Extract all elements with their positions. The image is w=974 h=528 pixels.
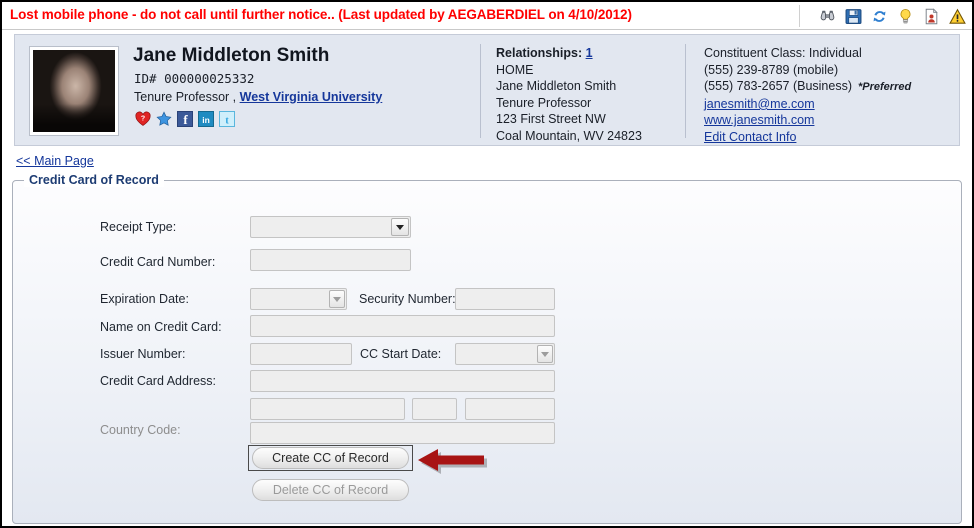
credit-card-address-input[interactable]	[250, 370, 555, 392]
constituent-id: ID# 000000025332	[134, 71, 255, 86]
relationship-line: Coal Mountain, WV 24823	[496, 128, 642, 143]
document-person-icon[interactable]	[923, 7, 940, 25]
security-number-label: Security Number:	[359, 292, 456, 306]
website-link[interactable]: www.janesmith.com	[704, 113, 814, 127]
warning-icon[interactable]	[949, 8, 966, 25]
constituent-title-row: Tenure Professor , West Virginia Univers…	[134, 90, 382, 104]
panel-legend: Credit Card of Record	[24, 173, 164, 187]
preferred-marker: *Preferred	[858, 81, 912, 94]
receipt-type-label: Receipt Type:	[100, 220, 177, 234]
address-zip-input[interactable]	[465, 398, 555, 420]
relationships-label: Relationships:	[496, 46, 583, 60]
cc-start-date-label: CC Start Date:	[360, 347, 442, 361]
expiration-date-select[interactable]	[250, 288, 347, 310]
relationship-line: Jane Middleton Smith	[496, 79, 617, 94]
svg-text:?: ?	[141, 116, 145, 123]
receipt-type-select[interactable]	[250, 216, 411, 238]
security-number-input[interactable]	[455, 288, 555, 310]
card-divider-2	[685, 44, 686, 138]
constituent-class: Constituent Class: Individual	[704, 46, 862, 60]
linkedin-icon[interactable]: in	[198, 111, 214, 127]
contact-block: Constituent Class: Individual (555) 239-…	[704, 45, 911, 146]
edit-contact-info-link[interactable]: Edit Contact Info	[704, 130, 796, 144]
name-on-credit-card-label: Name on Credit Card:	[100, 320, 222, 334]
save-icon[interactable]	[845, 8, 862, 25]
phone-business-row: (555) 783-2657 (Business) *Preferred	[704, 78, 911, 96]
chevron-down-icon[interactable]	[391, 218, 409, 236]
credit-card-address-label: Credit Card Address:	[100, 374, 217, 388]
country-code-input[interactable]	[250, 422, 555, 444]
email-link[interactable]: janesmith@me.com	[704, 97, 815, 111]
lightbulb-icon[interactable]	[897, 8, 914, 25]
facebook-icon[interactable]: f	[177, 111, 193, 127]
phone-mobile: (555) 239-8789 (mobile)	[704, 62, 839, 77]
constituent-title: Tenure Professor ,	[134, 90, 237, 104]
issuer-number-input[interactable]	[250, 343, 352, 365]
heart-icon[interactable]: ?	[135, 111, 151, 127]
delete-cc-of-record-button: Delete CC of Record	[252, 479, 409, 501]
organization-link[interactable]: West Virginia University	[240, 90, 383, 104]
address-city-input[interactable]	[250, 398, 405, 420]
avatar-photo	[33, 50, 115, 132]
credit-card-number-label: Credit Card Number:	[100, 255, 216, 269]
address-state-input[interactable]	[412, 398, 457, 420]
issuer-number-label: Issuer Number:	[100, 347, 186, 361]
avatar	[29, 46, 119, 136]
phone-business: (555) 783-2657 (Business)	[704, 79, 852, 94]
toolbar-divider	[799, 5, 800, 27]
twitter-icon[interactable]: t	[219, 111, 235, 127]
refresh-icon[interactable]	[871, 8, 888, 25]
main-page-link[interactable]: << Main Page	[16, 154, 94, 168]
svg-text:f: f	[183, 112, 188, 127]
social-links: ? f in t	[135, 111, 235, 127]
create-cc-of-record-button[interactable]: Create CC of Record	[252, 447, 409, 469]
relationships-heading: Relationships: 1	[496, 45, 642, 62]
relationship-line: HOME	[496, 62, 534, 77]
toolbar	[819, 4, 966, 28]
alert-message: Lost mobile phone - do not call until fu…	[10, 7, 632, 22]
credit-card-number-input[interactable]	[250, 249, 411, 271]
star-icon[interactable]	[156, 111, 172, 127]
country-code-label: Country Code:	[100, 423, 181, 437]
svg-text:in: in	[202, 115, 210, 125]
name-on-credit-card-input[interactable]	[250, 315, 555, 337]
expiration-date-label: Expiration Date:	[100, 292, 189, 306]
binoculars-icon[interactable]	[819, 8, 836, 25]
page-title: Jane Middleton Smith	[133, 45, 330, 66]
application-window: Lost mobile phone - do not call until fu…	[0, 0, 974, 528]
relationships-count-link[interactable]: 1	[586, 46, 593, 60]
chevron-down-icon[interactable]	[329, 290, 345, 308]
relationship-line: 123 First Street NW	[496, 112, 606, 127]
alert-bar: Lost mobile phone - do not call until fu…	[2, 2, 972, 30]
card-divider-1	[480, 44, 481, 138]
relationship-line: Tenure Professor	[496, 95, 592, 110]
chevron-down-icon[interactable]	[537, 345, 553, 363]
relationships-block: Relationships: 1 HOME Jane Middleton Smi…	[496, 45, 642, 145]
constituent-header-card: Jane Middleton Smith ID# 000000025332 Te…	[14, 34, 960, 146]
cc-start-date-select[interactable]	[455, 343, 555, 365]
